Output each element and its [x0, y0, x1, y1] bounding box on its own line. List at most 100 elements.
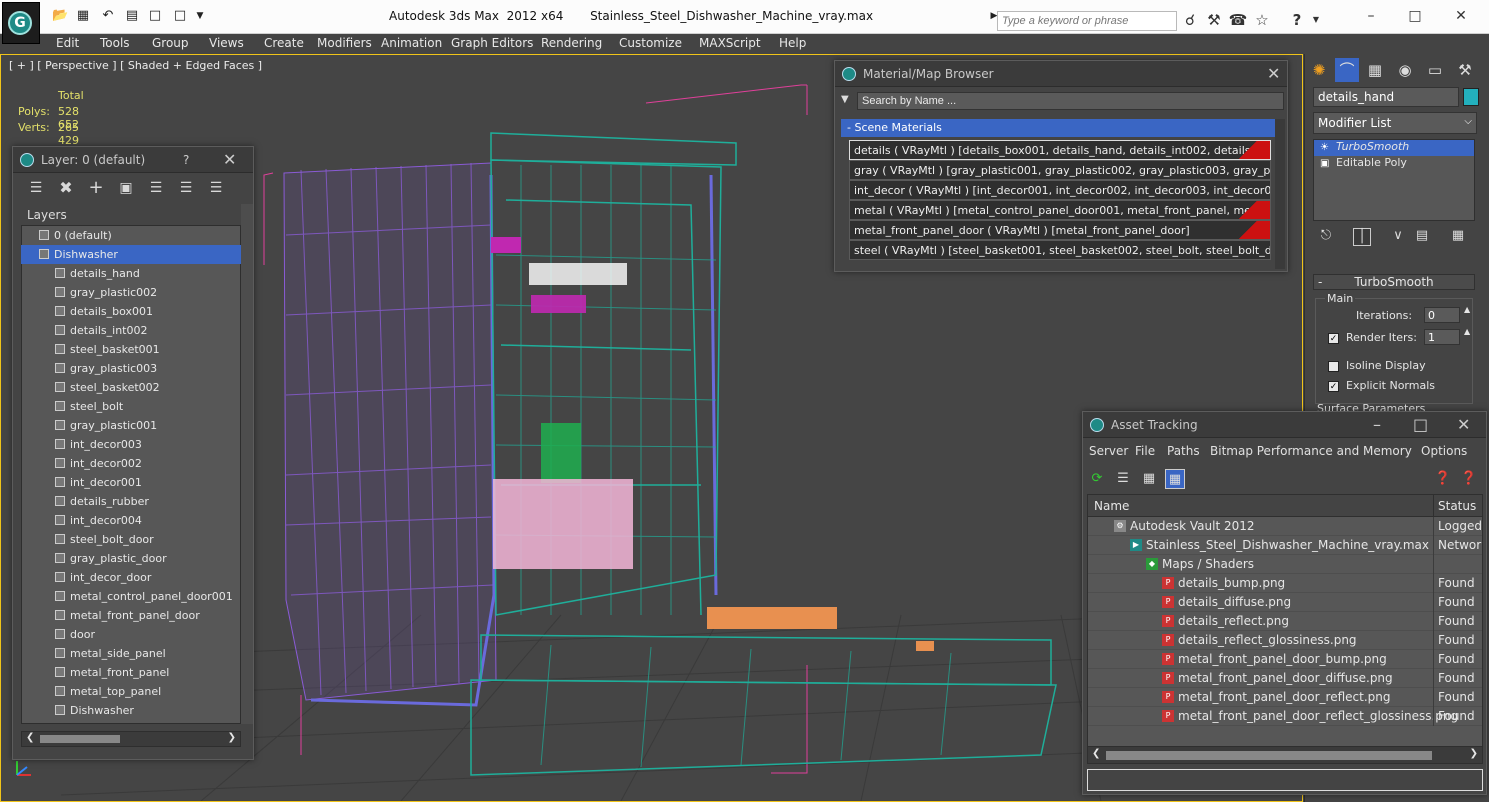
layer-row[interactable]: gray_plastic003	[21, 359, 241, 378]
layer-row[interactable]: metal_top_panel	[21, 682, 241, 701]
material-row[interactable]: int_decor ( VRayMtl ) [int_decor001, int…	[849, 180, 1271, 200]
menu-animation[interactable]: Animation	[381, 36, 442, 50]
material-row[interactable]: metal_front_panel_door ( VRayMtl ) [meta…	[849, 220, 1271, 240]
expand-plus-icon[interactable]: ▣	[1320, 158, 1329, 169]
layer-row[interactable]: steel_basket001	[21, 340, 241, 359]
asset-row[interactable]: Pdetails_bump.png Found	[1088, 574, 1482, 593]
select-objects-icon[interactable]: ▣	[117, 179, 135, 197]
asset-context-help-icon[interactable]: ❓	[1459, 469, 1479, 489]
menu-group[interactable]: Group	[152, 36, 189, 50]
scene-materials-section[interactable]: - Scene Materials	[841, 119, 1279, 137]
stack-item-editable-poly[interactable]: ▣ Editable Poly	[1314, 156, 1474, 172]
maximize-button[interactable]: □	[1400, 6, 1430, 26]
asset-row[interactable]: Pmetal_front_panel_door_reflect_glossine…	[1088, 707, 1482, 726]
layer-row[interactable]: details_rubber	[21, 492, 241, 511]
material-row[interactable]: steel ( VRayMtl ) [steel_basket001, stee…	[849, 240, 1271, 260]
layers-column-header[interactable]: Layers	[21, 204, 241, 226]
asset-row[interactable]: Pdetails_reflect_glossiness.png Found	[1088, 631, 1482, 650]
search-options-dropdown-icon[interactable]: ▼	[841, 94, 849, 105]
menu-maxscript[interactable]: MAXScript	[699, 36, 761, 50]
layer-row[interactable]: metal_front_panel_door	[21, 606, 241, 625]
asset-help-icon[interactable]: ❓	[1433, 469, 1453, 489]
layer-row[interactable]: Dishwasher	[21, 701, 241, 720]
material-row[interactable]: gray ( VRayMtl ) [gray_plastic001, gray_…	[849, 160, 1271, 180]
show-end-result-icon[interactable]: │	[1353, 228, 1371, 246]
layer-row[interactable]: gray_plastic001	[21, 416, 241, 435]
asset-menu-bitmap[interactable]: Bitmap Performance and Memory	[1210, 444, 1412, 458]
delete-layer-icon[interactable]: ✖	[57, 179, 75, 197]
layer-row[interactable]: details_box001	[21, 302, 241, 321]
undo-icon[interactable]: ↶	[100, 9, 116, 23]
material-search-input[interactable]	[857, 92, 1284, 110]
asset-maximize-icon[interactable]: □	[1413, 415, 1428, 434]
asset-row[interactable]: ◆ Maps / Shaders	[1088, 555, 1482, 574]
layer-row[interactable]: metal_control_panel_door001	[21, 587, 241, 606]
material-browser-close-icon[interactable]: ✕	[1267, 64, 1280, 83]
menu-edit[interactable]: Edit	[56, 36, 79, 50]
object-name-field[interactable]: details_hand	[1313, 87, 1459, 107]
app-menu-button[interactable]: G	[2, 2, 40, 44]
new-scene-icon[interactable]: □	[147, 9, 163, 23]
scroll-left-icon[interactable]: ❮	[1092, 748, 1100, 759]
menu-create[interactable]: Create	[264, 36, 304, 50]
stack-item-turbosmooth[interactable]: ☀ TurboSmooth	[1314, 140, 1474, 156]
make-unique-icon[interactable]: ∨	[1389, 228, 1407, 246]
iterations-spinner[interactable]: 0	[1424, 307, 1460, 323]
minimize-button[interactable]: –	[1356, 6, 1386, 26]
create-layer-icon[interactable]: ☰	[27, 179, 45, 197]
scroll-thumb[interactable]	[40, 735, 120, 743]
scroll-right-icon[interactable]: ❯	[1470, 748, 1478, 759]
render-iters-spin-arrows-icon[interactable]: ▲	[1464, 327, 1470, 336]
scroll-thumb[interactable]	[1106, 751, 1432, 760]
status-column-header[interactable]: Status	[1438, 499, 1476, 513]
help-dropdown-icon[interactable]: ▼	[1306, 11, 1326, 29]
material-vertical-scrollbar[interactable]	[1275, 119, 1285, 269]
explicit-normals-checkbox[interactable]: ✓	[1328, 381, 1339, 392]
asset-tracking-header[interactable]: Asset Tracking – □ ✕	[1083, 412, 1486, 438]
asset-row[interactable]: Pmetal_front_panel_door_diffuse.png Found	[1088, 669, 1482, 688]
motion-tab-icon[interactable]: ◉	[1393, 58, 1417, 82]
layer-row[interactable]: int_decor004	[21, 511, 241, 530]
render-iters-checkbox[interactable]: ✓	[1328, 333, 1339, 344]
add-to-layer-icon[interactable]: +	[87, 179, 105, 197]
communication-icon[interactable]: ☎	[1228, 11, 1248, 29]
material-row[interactable]: details ( VRayMtl ) [details_box001, det…	[849, 140, 1271, 160]
menu-graph-editors[interactable]: Graph Editors	[451, 36, 533, 50]
layer-row[interactable]: steel_bolt_door	[21, 530, 241, 549]
asset-menu-options[interactable]: Options	[1421, 444, 1467, 458]
layer-row[interactable]: int_decor002	[21, 454, 241, 473]
layer-row[interactable]: int_decor001	[21, 473, 241, 492]
menu-rendering[interactable]: Rendering	[541, 36, 602, 50]
project-icon[interactable]: ▤	[124, 9, 140, 23]
layer-help-icon[interactable]: ?	[183, 153, 189, 167]
layer-horizontal-scrollbar[interactable]: ❮ ❯	[21, 731, 241, 747]
layer-close-icon[interactable]: ✕	[223, 150, 236, 169]
asset-row[interactable]: ▶ Stainless_Steel_Dishwasher_Machine_vray…	[1088, 536, 1482, 555]
table-view-icon[interactable]: ▦	[1165, 469, 1185, 489]
layer-row[interactable]: Dishwasher	[21, 245, 241, 264]
utilities-tab-icon[interactable]: ⚒	[1453, 58, 1477, 82]
close-button[interactable]: ✕	[1446, 6, 1476, 26]
render-iters-spinner[interactable]: 1	[1424, 329, 1460, 345]
menu-help[interactable]: Help	[779, 36, 806, 50]
search-input[interactable]	[997, 11, 1177, 31]
modify-tab-icon[interactable]: ⌒	[1335, 58, 1359, 82]
layer-row[interactable]: door	[21, 625, 241, 644]
highlight-layer-icon[interactable]: ☰	[147, 179, 165, 197]
list-view-icon[interactable]: ☰	[1113, 469, 1133, 489]
asset-menu-server[interactable]: Server	[1089, 444, 1128, 458]
scroll-right-icon[interactable]: ❯	[228, 732, 236, 743]
help-icon[interactable]: ?	[1287, 11, 1307, 29]
menu-customize[interactable]: Customize	[619, 36, 682, 50]
asset-row[interactable]: Pdetails_diffuse.png Found	[1088, 593, 1482, 612]
tools-icon[interactable]: ⚒	[1204, 11, 1224, 29]
asset-row[interactable]: Pdetails_reflect.png Found	[1088, 612, 1482, 631]
quick-access-dropdown-icon[interactable]: ▼	[192, 9, 208, 23]
column-divider[interactable]	[1433, 495, 1434, 517]
favorites-star-icon[interactable]: ☆	[1252, 11, 1272, 29]
viewport-label[interactable]: [ + ] [ Perspective ] [ Shaded + Edged F…	[9, 59, 262, 72]
asset-minimize-icon[interactable]: –	[1373, 415, 1381, 434]
layer-panel-header[interactable]: Layer: 0 (default) ? ✕	[13, 147, 253, 173]
display-tab-icon[interactable]: ▭	[1423, 58, 1447, 82]
layer-row[interactable]: details_int002	[21, 321, 241, 340]
